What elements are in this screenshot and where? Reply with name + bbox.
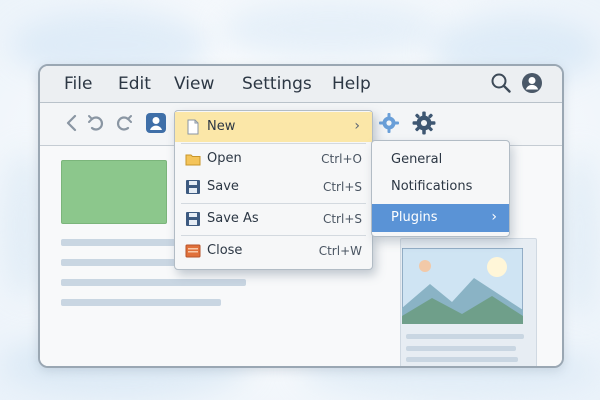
close-document-icon: [185, 243, 201, 259]
menu-item-save-as[interactable]: Save As Ctrl+S: [175, 204, 372, 234]
landscape-image-icon: [401, 247, 524, 325]
user-badge-icon[interactable]: [144, 111, 168, 135]
chevron-right-icon: ›: [354, 118, 360, 134]
floppy-disk-icon: [185, 211, 201, 227]
text-placeholder-line: [61, 279, 246, 286]
menu-view[interactable]: View: [174, 74, 214, 94]
menu-help[interactable]: Help: [332, 74, 371, 94]
text-placeholder-line: [406, 334, 524, 339]
chevron-right-icon: ›: [491, 209, 497, 225]
green-image-placeholder: [61, 160, 167, 224]
submenu-item-notifications[interactable]: Notifications: [372, 173, 509, 201]
menu-bar: File Edit View Settings Help: [40, 66, 562, 103]
menu-item-open[interactable]: Open Ctrl+O: [175, 144, 372, 174]
menu-item-label: Save As: [207, 211, 259, 226]
gear-icon[interactable]: [377, 111, 401, 135]
menu-item-label: New: [207, 119, 236, 134]
menu-item-save[interactable]: Save Ctrl+S: [175, 172, 372, 202]
shortcut-text: Ctrl+S: [322, 180, 362, 194]
text-placeholder-line: [406, 346, 516, 351]
submenu-item-general[interactable]: General: [372, 146, 509, 174]
submenu-item-label: General: [391, 152, 443, 167]
folder-icon: [185, 151, 201, 167]
new-submenu: General Notifications Plugins ›: [371, 140, 510, 237]
file-dropdown-menu: New › Open Ctrl+O Save Ctrl+S Save As Ct…: [174, 110, 373, 270]
text-placeholder-line: [406, 357, 518, 362]
menu-item-label: Close: [207, 243, 243, 258]
submenu-item-label: Notifications: [391, 179, 473, 194]
submenu-item-plugins[interactable]: Plugins ›: [372, 204, 509, 232]
menu-edit[interactable]: Edit: [118, 74, 151, 94]
shortcut-text: Ctrl+W: [318, 244, 362, 258]
gear-icon[interactable]: [412, 111, 436, 135]
shortcut-text: Ctrl+S: [322, 212, 362, 226]
back-icon[interactable]: [60, 111, 84, 135]
menu-item-close[interactable]: Close Ctrl+W: [175, 236, 372, 266]
search-icon[interactable]: [490, 72, 512, 94]
shortcut-text: Ctrl+O: [321, 152, 362, 166]
text-placeholder-line: [61, 299, 221, 306]
menu-item-label: Save: [207, 179, 239, 194]
document-icon: [185, 119, 201, 135]
floppy-disk-icon: [185, 179, 201, 195]
submenu-item-label: Plugins: [391, 210, 438, 225]
menu-file[interactable]: File: [64, 74, 92, 94]
redo-icon[interactable]: [112, 111, 136, 135]
undo-icon[interactable]: [84, 111, 108, 135]
user-icon[interactable]: [521, 72, 543, 94]
menu-settings[interactable]: Settings: [242, 74, 312, 94]
menu-item-label: Open: [207, 151, 242, 166]
menu-item-new[interactable]: New ›: [175, 112, 372, 142]
